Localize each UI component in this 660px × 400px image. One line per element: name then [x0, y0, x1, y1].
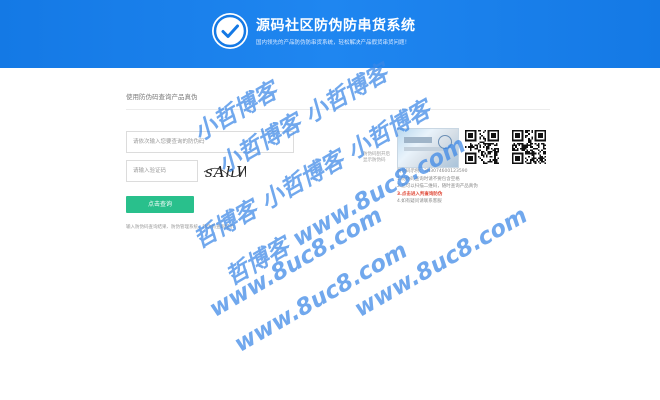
divider — [126, 109, 550, 110]
info-block: 防伪码示例：3N3074600123590 1.防伪码查询时请不要包含空格 2.… — [397, 168, 557, 206]
result-note: 输入防伪码查询结果、防伪管理系统、防伪码查询提示 — [126, 225, 234, 230]
info-line: 防伪码示例：3N3074600123590 — [397, 169, 468, 174]
qr-code-icon — [465, 130, 499, 164]
app-title: 源码社区防伪防串货系统 — [256, 18, 416, 34]
sample-label-image — [397, 128, 459, 168]
qr-code-icon — [512, 130, 546, 164]
anti-counterfeit-code-input[interactable] — [126, 131, 294, 153]
check-link[interactable]: 3.点击进入判查询防伪 — [397, 191, 557, 199]
query-button[interactable]: 点击查询 — [126, 196, 194, 213]
captcha-input[interactable] — [126, 160, 198, 182]
info-line: 4.如有疑问请联系客服 — [397, 199, 442, 204]
watermark-text: www.8uc8.com — [205, 202, 388, 323]
app-subtitle: 国内领先的产品防伪防串货系统，轻松解决产品假货串货问题！ — [256, 40, 411, 46]
captcha-image[interactable]: sAhW — [202, 160, 252, 182]
side-note: 防伪码刮开后 显示防伪码 — [363, 152, 390, 164]
query-heading: 使用防伪码查询产品真伪 — [126, 93, 198, 101]
info-line: 2.您可以扫描二维码，随时查询产品真伪 — [397, 184, 478, 189]
watermark-text: www.8uc8.com — [230, 237, 413, 358]
header-bar: 源码社区防伪防串货系统 国内领先的产品防伪防串货系统，轻松解决产品假货串货问题！ — [0, 0, 660, 68]
info-line: 1.防伪码查询时请不要包含空格 — [397, 176, 460, 182]
side-note-line: 显示防伪码 — [363, 158, 386, 163]
svg-text:sAhW: sAhW — [205, 163, 246, 181]
check-circle-icon — [212, 13, 248, 49]
watermark-text: www.8uc8.com — [350, 202, 533, 323]
